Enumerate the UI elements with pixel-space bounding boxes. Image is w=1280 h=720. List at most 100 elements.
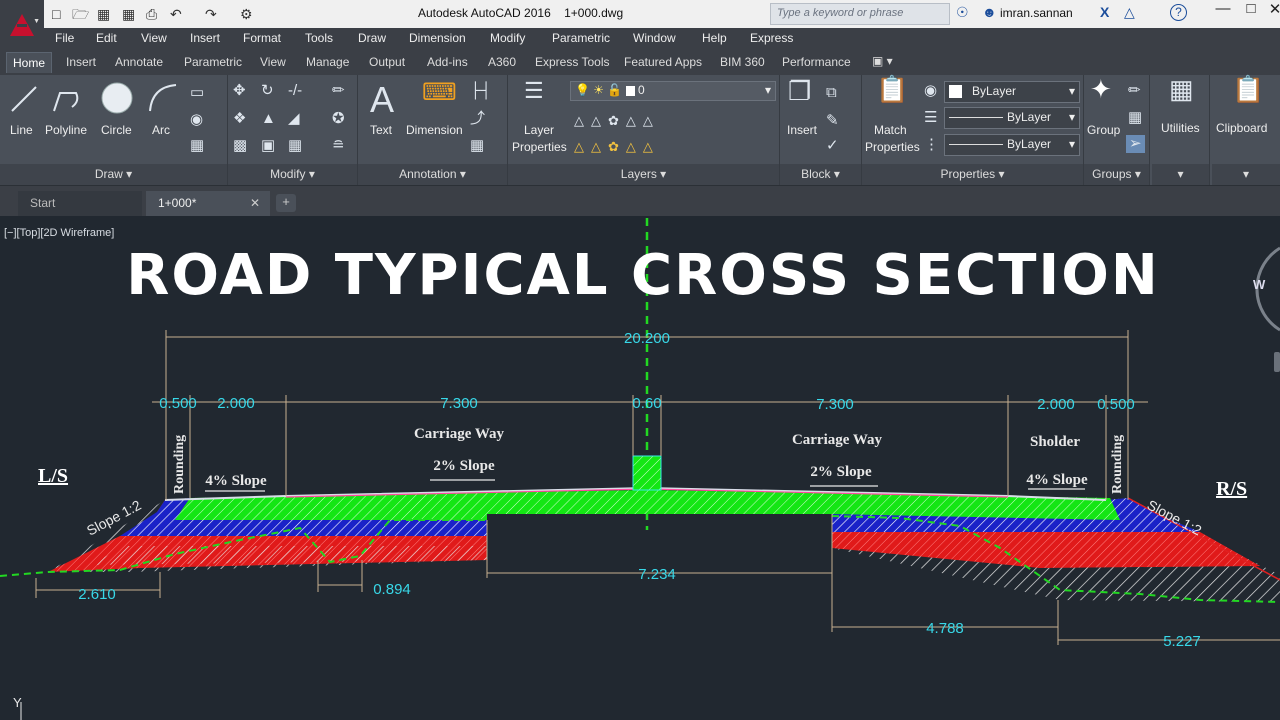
polyline-button[interactable]: Polyline bbox=[45, 122, 87, 139]
draw-panel-title[interactable]: Draw ▾ bbox=[0, 164, 227, 185]
clipboard-icon[interactable]: 📋 bbox=[1232, 76, 1264, 102]
leader-icon[interactable]: ⤴ bbox=[470, 111, 485, 127]
username[interactable]: imran.sannan bbox=[1000, 6, 1073, 20]
array-icon[interactable]: ▦ bbox=[288, 138, 302, 154]
tab-drawing-1000[interactable]: 1+000* ✕ bbox=[146, 191, 270, 216]
ungroup-icon[interactable]: ✏ bbox=[1128, 83, 1141, 99]
linear-dim-icon[interactable]: ├┤ bbox=[470, 83, 491, 99]
linetype-dropdown[interactable]: ByLayer ▾ bbox=[944, 107, 1080, 129]
tab-parametric[interactable]: Parametric bbox=[184, 55, 242, 69]
block-panel-title[interactable]: Block ▾ bbox=[780, 164, 861, 185]
user-icon[interactable]: ☻ bbox=[982, 4, 997, 20]
tab-home[interactable]: Home bbox=[6, 52, 53, 73]
help-icon[interactable]: ? bbox=[1170, 4, 1187, 21]
create-block-icon[interactable]: ⧉ bbox=[826, 85, 837, 101]
tab-view[interactable]: View bbox=[260, 55, 286, 69]
tab-bim-360[interactable]: BIM 360 bbox=[720, 55, 765, 69]
rotate-icon[interactable]: ↻ bbox=[261, 83, 274, 99]
dimension-icon[interactable]: ⌨ bbox=[422, 81, 457, 105]
save-as-icon[interactable]: ▦ bbox=[122, 5, 135, 23]
tab-annotate[interactable]: Annotate bbox=[115, 55, 163, 69]
erase-icon[interactable]: ✏ bbox=[332, 83, 345, 99]
tab-manage[interactable]: Manage bbox=[306, 55, 349, 69]
text-button[interactable]: Text bbox=[370, 122, 392, 139]
trim-icon[interactable]: -/- bbox=[288, 83, 302, 99]
layer-properties-button-line1[interactable]: Layer bbox=[524, 122, 554, 139]
layer-tools-row1-icons[interactable]: △△✿△△ bbox=[574, 113, 660, 129]
clipboard-expand[interactable]: ▾ bbox=[1212, 164, 1280, 185]
menu-tools[interactable]: Tools bbox=[305, 31, 333, 45]
menu-parametric[interactable]: Parametric bbox=[552, 31, 610, 45]
viewcube-west-label[interactable]: W bbox=[1253, 277, 1265, 292]
tab-express-tools[interactable]: Express Tools bbox=[535, 55, 609, 69]
search-input[interactable]: Type a keyword or phrase bbox=[770, 3, 950, 25]
color-dropdown[interactable]: ByLayer ▾ bbox=[944, 81, 1080, 103]
group-edit-icon[interactable]: ▦ bbox=[1128, 110, 1142, 126]
modify-panel-title[interactable]: Modify ▾ bbox=[228, 164, 357, 185]
circle-icon[interactable] bbox=[100, 81, 134, 115]
groups-panel-title[interactable]: Groups ▾ bbox=[1084, 164, 1149, 185]
properties-panel-title[interactable]: Properties ▾ bbox=[862, 164, 1083, 185]
calculator-icon[interactable]: ▦ bbox=[1169, 76, 1194, 102]
offset-icon[interactable]: ≘ bbox=[332, 138, 345, 154]
print-icon[interactable]: ⎙ bbox=[146, 5, 157, 23]
menu-window[interactable]: Window bbox=[633, 31, 676, 45]
tab-output[interactable]: Output bbox=[369, 55, 405, 69]
binoculars-icon[interactable]: ☉ bbox=[956, 4, 969, 21]
layer-properties-icon[interactable]: ☰ bbox=[524, 80, 544, 102]
layers-panel-title[interactable]: Layers ▾ bbox=[508, 164, 779, 185]
a360-icon[interactable]: △ bbox=[1124, 4, 1135, 21]
close-button[interactable]: ✕ bbox=[1262, 0, 1280, 18]
workspace-icon[interactable]: ⚙ bbox=[240, 5, 253, 23]
minimize-button[interactable]: — bbox=[1210, 0, 1236, 17]
annotation-panel-title[interactable]: Annotation ▾ bbox=[358, 164, 507, 185]
layer-dropdown[interactable]: 💡 ☀ 🔓 0 ▾ bbox=[570, 81, 776, 101]
copy-icon[interactable]: ❖ bbox=[233, 111, 246, 127]
save-icon[interactable]: ▦ bbox=[97, 5, 110, 23]
polyline-icon[interactable] bbox=[50, 83, 82, 115]
rectangle-icon[interactable]: ▭ bbox=[190, 85, 204, 101]
menu-edit[interactable]: Edit bbox=[96, 31, 117, 45]
tab-performance[interactable]: Performance bbox=[782, 55, 851, 69]
layer-properties-button-line2[interactable]: Properties bbox=[512, 139, 567, 156]
menu-modify[interactable]: Modify bbox=[490, 31, 525, 45]
new-tab-button[interactable]: + bbox=[276, 194, 296, 212]
table-icon[interactable]: ▦ bbox=[470, 138, 484, 154]
application-menu-button[interactable]: ▼ bbox=[0, 0, 44, 50]
insert-button[interactable]: Insert bbox=[787, 122, 817, 139]
text-icon[interactable]: A bbox=[370, 81, 394, 119]
tab-insert[interactable]: Insert bbox=[66, 55, 96, 69]
tab-a360[interactable]: A360 bbox=[488, 55, 516, 69]
group-button[interactable]: Group bbox=[1087, 122, 1120, 139]
boundary-icon[interactable]: ▦ bbox=[190, 138, 204, 154]
line-icon[interactable] bbox=[8, 83, 38, 115]
undo-icon[interactable]: ↶ bbox=[170, 5, 182, 23]
match-properties-line2[interactable]: Properties bbox=[865, 139, 920, 156]
insert-block-icon[interactable]: ❐ bbox=[788, 78, 811, 104]
hatch-icon[interactable]: ◉ bbox=[190, 112, 203, 128]
menu-file[interactable]: File bbox=[55, 31, 74, 45]
match-properties-line1[interactable]: Match bbox=[874, 122, 907, 139]
attribute-icon[interactable]: ✓ bbox=[826, 138, 839, 154]
match-properties-icon[interactable]: 📋 bbox=[876, 76, 908, 102]
new-file-icon[interactable]: □ bbox=[52, 5, 60, 23]
arc-button[interactable]: Arc bbox=[152, 122, 170, 139]
tab-start[interactable]: Start bbox=[18, 191, 142, 216]
ribbon-toggle-icon[interactable]: ▣ ▾ bbox=[872, 54, 893, 68]
move-icon[interactable]: ✥ bbox=[233, 83, 246, 99]
arc-icon[interactable] bbox=[146, 81, 180, 115]
menu-help[interactable]: Help bbox=[702, 31, 727, 45]
redo-icon[interactable]: ↷ bbox=[205, 5, 217, 23]
exchange-apps-icon[interactable]: X bbox=[1100, 4, 1109, 20]
menu-draw[interactable]: Draw bbox=[358, 31, 386, 45]
utilities-expand[interactable]: ▾ bbox=[1152, 164, 1209, 185]
menu-insert[interactable]: Insert bbox=[190, 31, 220, 45]
navigation-bar-handle[interactable] bbox=[1274, 352, 1280, 372]
layer-tools-row2-icons[interactable]: △△✿△△ bbox=[574, 139, 660, 155]
dimension-button[interactable]: Dimension bbox=[406, 122, 463, 139]
tab-featured-apps[interactable]: Featured Apps bbox=[624, 55, 702, 69]
viewport-controls[interactable]: [−][Top][2D Wireframe] bbox=[4, 227, 114, 239]
lineweight-dropdown[interactable]: ByLayer ▾ bbox=[944, 134, 1080, 156]
line-button[interactable]: Line bbox=[10, 122, 33, 139]
tab-add-ins[interactable]: Add-ins bbox=[427, 55, 468, 69]
